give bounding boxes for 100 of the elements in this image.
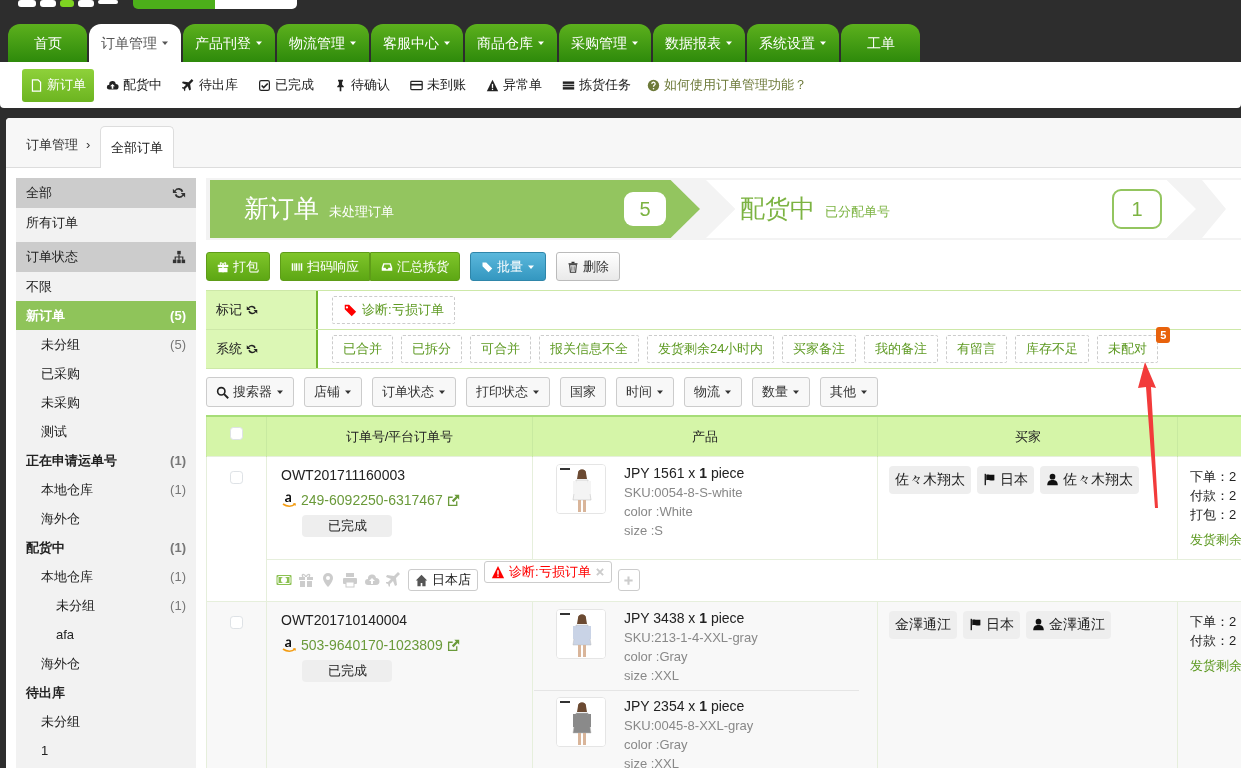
sidebar-item[interactable]: 未采购 — [16, 388, 196, 417]
amazon-logo-icon — [281, 637, 297, 653]
user-icon — [1032, 618, 1045, 631]
trash-icon — [567, 260, 579, 273]
home-icon — [415, 573, 428, 587]
filter-tag[interactable]: 已拆分 — [401, 335, 462, 363]
plus-icon — [623, 574, 635, 586]
subnav-item[interactable]: 已完成 — [250, 68, 322, 102]
filter-tag[interactable]: 发货剩余24小时内 — [647, 335, 775, 363]
nav-tab[interactable]: 数据报表 — [653, 24, 745, 62]
filter-tag[interactable]: 诊断:亏损订单 — [332, 296, 455, 324]
amazon-logo-icon — [281, 492, 297, 508]
sidebar-item[interactable]: 本地仓库 (1) — [16, 475, 196, 504]
nav-tab[interactable]: 订单管理 — [89, 24, 181, 62]
filter-dropdown[interactable]: 时间 — [616, 377, 674, 407]
card-icon — [410, 78, 423, 92]
buyer-tag: 金澤通江 — [889, 610, 957, 639]
column-header: 买家 — [1014, 428, 1041, 444]
mode-toggle[interactable] — [215, 0, 297, 9]
mode-toggle[interactable] — [133, 0, 215, 9]
sidebar-item[interactable]: 未分组 (5) — [16, 330, 196, 359]
action-button[interactable]: 删除 — [556, 252, 620, 281]
option-text: size :XXL — [624, 754, 680, 768]
time-text: 打包：2 — [1190, 505, 1238, 524]
flag-icon — [983, 473, 996, 486]
user-icon — [1046, 473, 1059, 486]
subnav-item[interactable]: 待出库 — [174, 68, 246, 102]
page-tab[interactable]: 全部订单 — [100, 126, 175, 168]
breadcrumb-link[interactable]: 订单管理 — [26, 134, 78, 155]
sidebar-item[interactable]: 海外仓 — [16, 649, 196, 678]
buyer-tag: 日本 — [977, 465, 1034, 494]
nav-tab[interactable]: 首页 — [8, 24, 87, 62]
add-tag-button[interactable] — [617, 569, 640, 591]
buyer-tag: 佐々木翔太 — [1040, 465, 1139, 494]
sidebar-item[interactable]: 待出库 — [16, 678, 196, 707]
column-header: 产品 — [692, 428, 718, 444]
help-icon — [647, 78, 660, 92]
filter-dropdown[interactable]: 物流 — [684, 377, 742, 407]
sku-text: SKU:0045-8-XXL-gray — [624, 716, 754, 735]
sidebar-item[interactable]: 1 — [16, 736, 196, 765]
buyer-tag: 佐々木翔太 — [889, 465, 971, 494]
filter-dropdown[interactable]: 店铺 — [304, 377, 362, 407]
option-text: color :White — [624, 502, 694, 521]
breadcrumb-separator: › — [86, 135, 91, 154]
order-number: OWT201711160003 — [281, 465, 406, 485]
row-checkbox[interactable] — [230, 470, 243, 484]
checkbox-icon — [258, 78, 271, 92]
external-link-icon — [446, 638, 460, 652]
nav-tab[interactable]: 采购管理 — [559, 24, 651, 62]
sidebar-item[interactable]: afa — [16, 620, 196, 649]
external-link-icon — [446, 493, 460, 507]
cloud-upload-icon — [106, 78, 119, 92]
price-text: JPY 3438 x 1 piece — [624, 608, 746, 628]
option-text: size :S — [624, 521, 664, 540]
filter-dropdown[interactable]: 数量 — [752, 377, 810, 407]
filter-dropdown[interactable]: 其他 — [820, 377, 878, 407]
count-badge: 5 — [1156, 327, 1171, 343]
flag-icon — [969, 618, 982, 631]
row-checkbox[interactable] — [230, 615, 243, 629]
subnav-item[interactable]: 配货中 — [98, 68, 170, 102]
filter-dropdown[interactable]: 打印状态 — [466, 377, 550, 407]
filter-tag[interactable]: 买家备注 — [782, 335, 857, 363]
refresh-icon — [246, 343, 258, 355]
subnav-item[interactable]: 拣货任务 — [554, 68, 639, 102]
filter-tag[interactable]: 未配对 — [1097, 335, 1159, 363]
select-all-checkbox[interactable] — [230, 426, 243, 440]
sidebar-item[interactable]: 已采购 — [16, 359, 196, 388]
subnav-item[interactable]: 待确认 — [326, 68, 398, 102]
time-text: 付款：2 — [1190, 631, 1238, 650]
help-link[interactable]: 如何使用订单管理功能？ — [647, 75, 807, 95]
filter-dropdown[interactable]: 国家 — [560, 377, 606, 407]
filter-tag[interactable]: 报关信息不全 — [539, 335, 639, 363]
hierarchy-icon — [172, 250, 186, 264]
sidebar-item[interactable]: 本地仓库 (1) — [16, 562, 196, 591]
sidebar-item[interactable]: 正在申请运单号 (1) — [16, 446, 196, 475]
time-text: 付款：2 — [1190, 486, 1238, 505]
sidebar-item[interactable]: 未分组 — [16, 707, 196, 736]
column-header: 订单号/平台订单号 — [345, 428, 454, 444]
sidebar-item[interactable]: 配货中 (1) — [16, 533, 196, 562]
status-label: 已完成 — [302, 514, 392, 537]
filter-tag[interactable]: 有留言 — [946, 335, 1008, 363]
filter-dropdown[interactable]: 搜索器 — [206, 377, 294, 407]
filter-label-text: 标记 — [216, 301, 242, 320]
filter-tag[interactable]: 库存不足 — [1015, 335, 1090, 363]
filter-tag[interactable]: 已合并 — [332, 335, 393, 363]
sidebar-item[interactable]: 不限 — [16, 272, 196, 301]
buyer-tag: 金澤通江 — [1026, 610, 1111, 639]
filter-tag[interactable]: 可合并 — [470, 335, 531, 363]
sidebar-item[interactable]: 未分组 (1) — [16, 591, 196, 620]
filter-tag[interactable]: 我的备注 — [864, 335, 939, 363]
subnav-item[interactable]: 异常单 — [478, 68, 550, 102]
subnav-item[interactable]: 未到账 — [402, 68, 474, 102]
option-text: color :Gray — [624, 735, 689, 754]
sidebar-item[interactable]: 测试 — [16, 417, 196, 446]
filter-dropdown[interactable]: 订单状态 — [372, 377, 456, 407]
barcode-icon — [291, 260, 303, 273]
sidebar-item[interactable]: 所有订单 — [16, 208, 196, 237]
sidebar-item[interactable]: 海外仓 — [16, 504, 196, 533]
remaining-time: 发货剩余 — [1190, 530, 1241, 549]
refresh-icon — [246, 304, 258, 316]
